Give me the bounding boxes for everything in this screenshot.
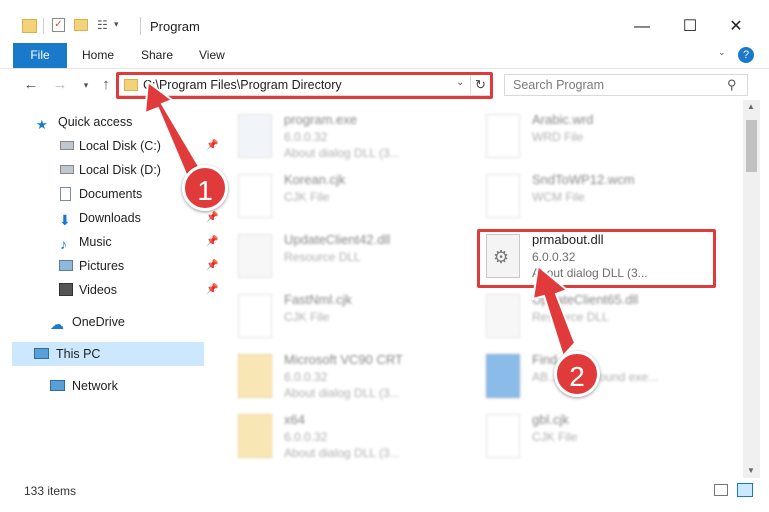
annotation-overlay <box>143 80 577 358</box>
step-badge-2: 2 <box>554 351 600 397</box>
step-badge-1: 1 <box>182 165 228 211</box>
arrow-2 <box>531 264 577 358</box>
